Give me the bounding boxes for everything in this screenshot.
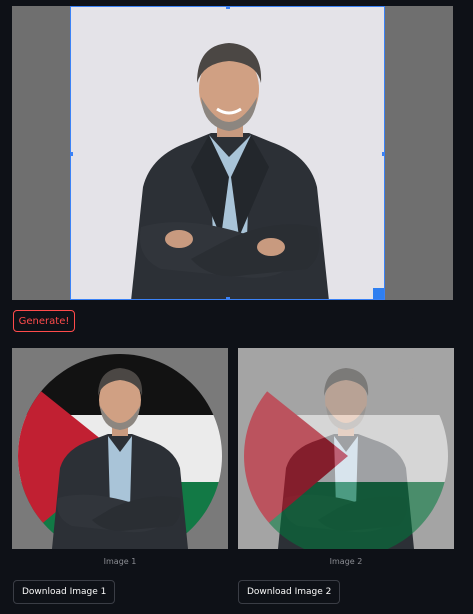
crop-edge-handle-top[interactable] (226, 7, 230, 9)
image-2-caption: Image 2 (329, 557, 363, 566)
flag-overlay-image-2 (244, 354, 448, 549)
generate-button[interactable]: Generate! (13, 310, 75, 332)
crop-canvas[interactable] (12, 6, 453, 300)
result-image-1 (12, 348, 228, 549)
flag-overlay-image-1 (12, 348, 228, 549)
result-image-2 (238, 348, 454, 549)
download-image-1-button[interactable]: Download Image 1 (13, 580, 116, 604)
crop-edge-handle-left[interactable] (71, 152, 73, 156)
image-1-caption: Image 1 (103, 557, 137, 566)
crop-box[interactable] (70, 6, 385, 300)
crop-resize-handle[interactable] (373, 288, 384, 299)
download-image-2-button[interactable]: Download Image 2 (238, 580, 341, 604)
portrait-image (131, 43, 329, 299)
